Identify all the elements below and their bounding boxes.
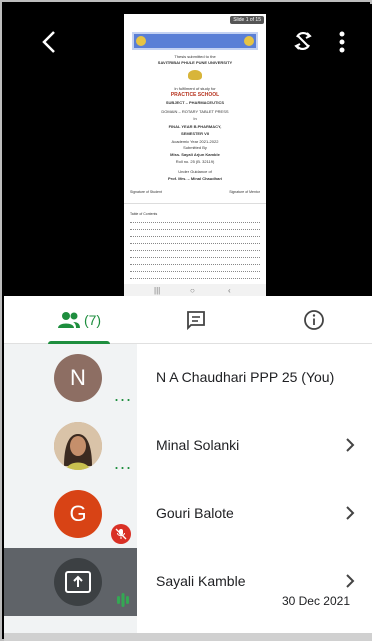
slide-text: In (193, 116, 197, 121)
toc-line (130, 275, 260, 279)
toc-line (130, 226, 260, 230)
profile-photo-icon (54, 422, 102, 470)
slide-text: Thesis submitted to the (174, 54, 216, 59)
toc-line (130, 247, 260, 251)
slide-text: Miss. Sayali Arjun Kamble (170, 152, 220, 157)
participant-list: N ... N A Chaudhari PPP 25 (You) ... Min… (4, 344, 372, 641)
presentation-slide: Slide 1 of 15 Thesis submitted to the SA… (124, 14, 266, 296)
more-dots-icon: ... (114, 453, 133, 473)
slide-text: SAVITRIBAI PHULE PUNE UNIVERSITY (157, 60, 233, 65)
toc-title: Table of Contents (130, 212, 158, 216)
slide-text: Under Guidance of (178, 169, 212, 174)
speaking-indicator-icon (117, 593, 129, 607)
date-stamp: 30 Dec 2021 (281, 594, 350, 608)
back-arrow-icon[interactable] (34, 26, 66, 58)
slide-text: Prof. Mrs. – Minal Chaudhari (167, 176, 222, 181)
participant-row[interactable]: Sayali Kamble 30 Dec 2021 (4, 548, 372, 616)
slide-text: FINAL YEAR B.PHARMACY, (168, 124, 222, 129)
slide-text: Academic Year 2021-2022 (171, 139, 219, 144)
toc-line (130, 254, 260, 258)
participant-row[interactable]: ... Minal Solanki (4, 412, 372, 480)
participant-name: Minal Solanki (156, 437, 240, 453)
slide-college-banner (132, 32, 258, 50)
chevron-right-icon[interactable] (344, 436, 356, 454)
slide-nav-bar: ||| ○ ‹ (124, 284, 266, 296)
home-icon: ○ (190, 286, 195, 295)
participant-name: Sayali Kamble (156, 573, 246, 589)
back-icon: ‹ (228, 286, 231, 295)
slide-text: SEMESTER VII (180, 131, 209, 136)
recents-icon: ||| (154, 286, 161, 295)
participant-row[interactable]: N ... N A Chaudhari PPP 25 (You) (4, 344, 372, 412)
avatar (54, 558, 102, 606)
slide-page: Slide 1 of 15 Thesis submitted to the SA… (124, 14, 266, 204)
toc-line (130, 261, 260, 265)
slide-counter: Slide 1 of 15 (230, 16, 264, 24)
rotate-screen-icon[interactable] (288, 26, 318, 56)
slide-text: SUBJECT – PHARMACEUTICS (165, 100, 225, 105)
slide-signature-label: Signature of Mentor (229, 190, 260, 194)
college-logo-icon (136, 36, 146, 46)
tab-chat[interactable] (176, 296, 216, 344)
toc-line (130, 268, 260, 272)
tab-people[interactable]: (7) (44, 296, 114, 344)
toc-line (130, 240, 260, 244)
chevron-right-icon[interactable] (344, 504, 356, 522)
bottom-edge (4, 633, 372, 641)
slide-text: In fulfilment of study for (174, 86, 216, 91)
toc-line (130, 219, 260, 223)
slide-signature-label: Signature of Student (130, 190, 162, 194)
slide-table-of-contents: Table of Contents (130, 212, 260, 289)
slide-text: Roll no. 25 (B. 32119) (175, 159, 215, 164)
chat-icon (187, 311, 205, 331)
avatar: G (54, 490, 102, 538)
toc-line (130, 233, 260, 237)
participant-name: N A Chaudhari PPP 25 (You) (156, 369, 335, 385)
university-emblem-icon (188, 70, 202, 80)
people-icon (57, 312, 80, 328)
slide-text: DOMAIN – ROTARY TABLET PRESS (161, 109, 229, 114)
participant-name: Gouri Balote (156, 505, 234, 521)
participant-row[interactable]: G Gouri Balote (4, 480, 372, 548)
college-logo-icon (244, 36, 254, 46)
people-count: (7) (83, 312, 102, 328)
chevron-right-icon[interactable] (344, 572, 356, 590)
more-options-icon[interactable] (330, 26, 354, 58)
info-icon (304, 310, 324, 330)
more-dots-icon: ... (114, 385, 133, 405)
slide-text: Submitted By (183, 145, 207, 150)
panel-tabs: (7) (4, 296, 372, 344)
app-frame: Slide 1 of 15 Thesis submitted to the SA… (0, 0, 372, 641)
tab-info[interactable] (294, 296, 334, 344)
meeting-details-panel: (7) N ... N A Chaudhari PPP 25 (You) ...… (4, 296, 372, 641)
avatar (54, 422, 102, 470)
present-screen-icon (65, 571, 91, 593)
avatar: N (54, 354, 102, 402)
mic-off-icon (111, 524, 131, 544)
presentation-stage[interactable]: Slide 1 of 15 Thesis submitted to the SA… (4, 4, 372, 296)
slide-title: PRACTICE SCHOOL (170, 92, 220, 98)
